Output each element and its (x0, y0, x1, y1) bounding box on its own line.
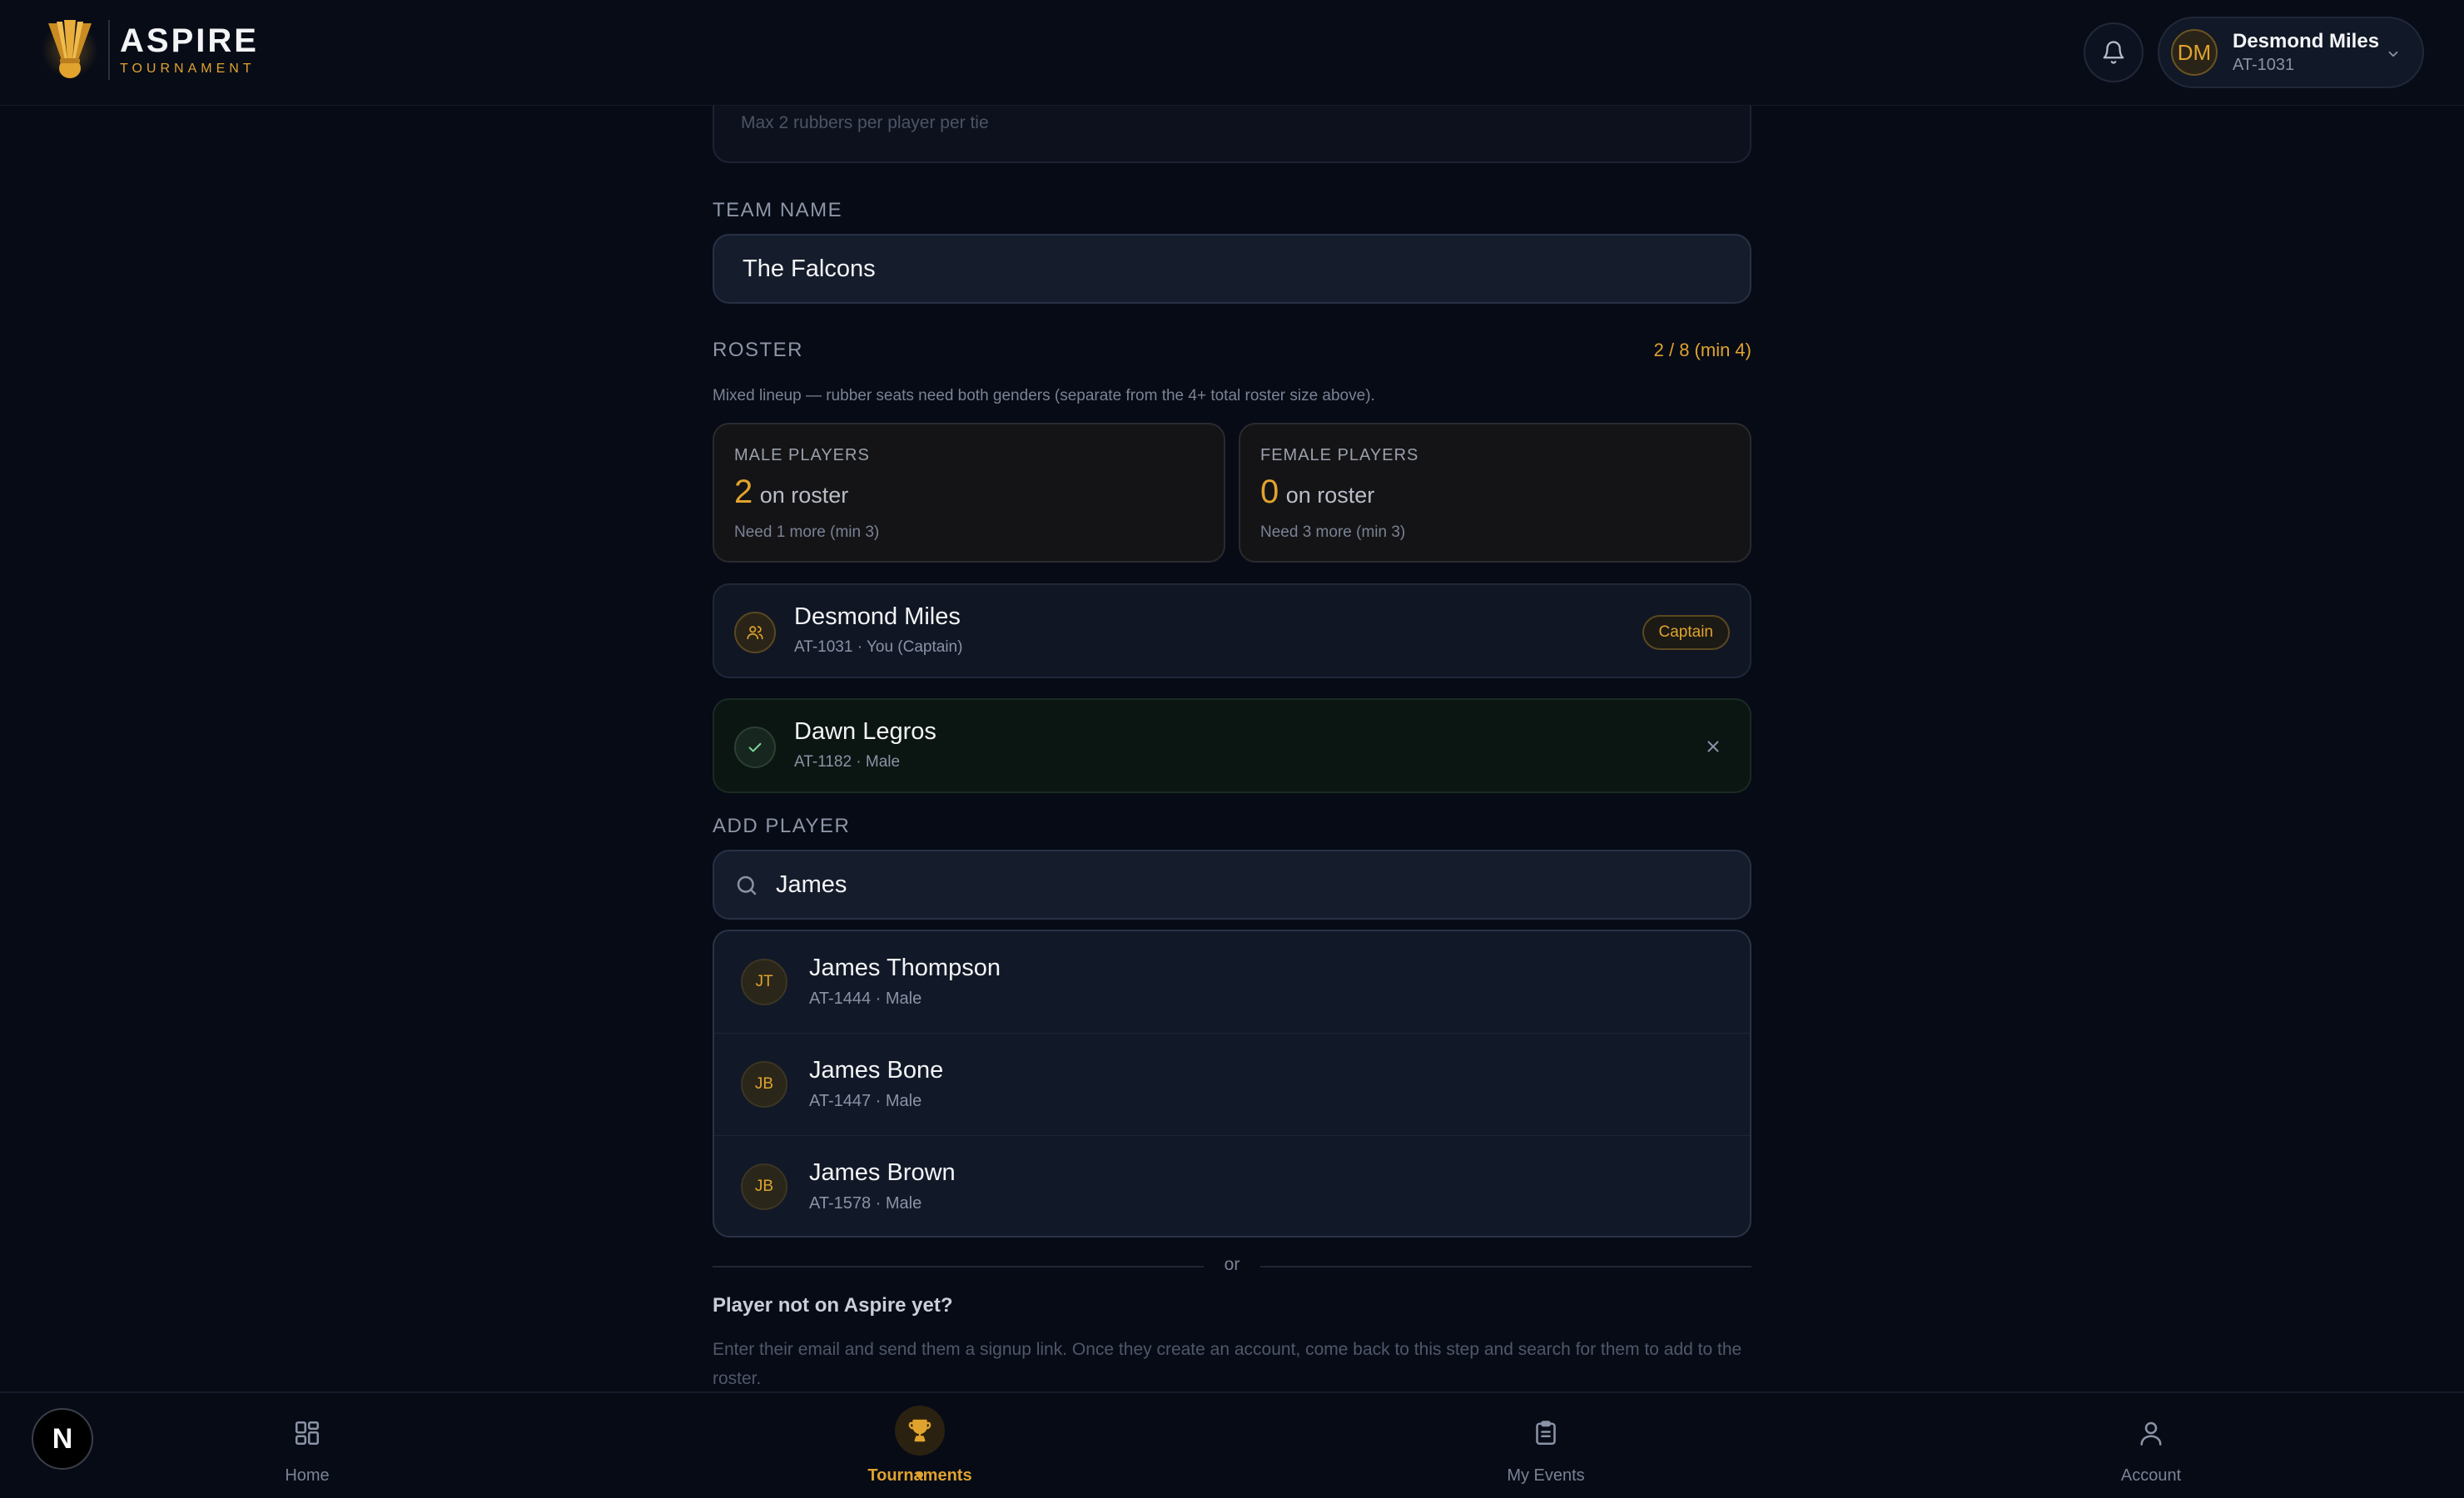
active-indicator (917, 1471, 923, 1478)
player-name: Desmond Miles (794, 603, 961, 630)
rubbers-hint: Max 2 rubbers per player per tie (741, 113, 989, 132)
result-name: James Bone (809, 1057, 944, 1084)
person-icon (2051, 1411, 2251, 1455)
roster-note: Mixed lineup — rubber seats need both ge… (713, 387, 1375, 404)
notifications-button[interactable] (2084, 22, 2144, 82)
team-name-label: TEAM NAME (713, 199, 843, 221)
nav-home[interactable]: Home (207, 1411, 407, 1486)
user-id: AT-1031 (2233, 56, 2295, 74)
search-result-item[interactable]: JT James Thompson AT-1444 · Male (714, 931, 1750, 1034)
grid-icon (207, 1411, 407, 1455)
nav-my-events-label: My Events (1507, 1466, 1585, 1485)
male-players-suffix: on roster (759, 483, 849, 508)
logo-divider (108, 20, 110, 80)
brand-name: ASPIRE (120, 22, 259, 59)
close-icon (1707, 741, 1719, 752)
male-players-need: Need 1 more (min 3) (734, 523, 880, 541)
invite-description: Enter their email and send them a signup… (713, 1340, 1742, 1388)
nav-account-label: Account (2120, 1466, 2182, 1485)
add-player-label: ADD PLAYER (713, 815, 851, 837)
remove-player-button[interactable] (1700, 733, 1726, 760)
nav-account[interactable]: Account (2051, 1411, 2251, 1486)
users-icon (734, 612, 776, 653)
female-players-need: Need 3 more (min 3) (1260, 523, 1406, 541)
search-result-item[interactable]: JB James Brown AT-1578 · Male (714, 1136, 1750, 1236)
result-meta: AT-1447 · Male (809, 1092, 922, 1110)
captain-badge: Captain (1642, 615, 1730, 650)
or-divider-text: or (1224, 1255, 1240, 1274)
chevron-down-icon (2388, 51, 2398, 57)
bottom-nav: N Home Tournaments (0, 1391, 2464, 1498)
n-badge[interactable]: N (32, 1408, 93, 1470)
top-bar: ASPIRE TOURNAMENT DM Desmond Miles AT-10… (0, 0, 2464, 106)
search-results-list: JT James Thompson AT-1444 · Male JB Jame… (713, 930, 1751, 1238)
avatar: DM (2171, 29, 2218, 76)
female-players-count: 0 (1260, 474, 1279, 510)
shuttlecock-icon (42, 15, 98, 85)
result-name: James Brown (809, 1159, 956, 1186)
bell-icon (2103, 41, 2124, 64)
female-players-title: FEMALE PLAYERS (1260, 446, 1419, 464)
player-search-input[interactable]: James (713, 850, 1751, 920)
roster-player-dawn-legros: Dawn Legros AT-1182 · Male (713, 698, 1751, 793)
female-players-card: FEMALE PLAYERS 0 on roster Need 3 more (… (1239, 423, 1751, 563)
invite-title: Player not on Aspire yet? (713, 1294, 953, 1317)
search-icon (737, 875, 757, 895)
result-meta: AT-1578 · Male (809, 1194, 922, 1213)
result-meta: AT-1444 · Male (809, 990, 922, 1008)
male-players-card: MALE PLAYERS 2 on roster Need 1 more (mi… (713, 423, 1225, 563)
search-value: James (776, 871, 847, 898)
nav-my-events[interactable]: My Events (1446, 1411, 1646, 1486)
check-icon (734, 727, 776, 768)
user-menu-button[interactable]: DM Desmond Miles AT-1031 (2158, 17, 2424, 88)
roster-label: ROSTER (713, 339, 804, 361)
player-meta: AT-1182 · Male (794, 753, 901, 771)
player-name: Dawn Legros (794, 718, 936, 745)
divider-right (1260, 1266, 1751, 1267)
avatar: JB (741, 1061, 787, 1108)
player-meta: AT-1031 · You (Captain) (794, 638, 963, 656)
nav-home-label: Home (285, 1466, 330, 1485)
clipboard-icon (1446, 1411, 1646, 1455)
male-players-count: 2 (734, 474, 753, 510)
team-name-input[interactable]: The Falcons (713, 234, 1751, 304)
roster-player-captain: Desmond Miles AT-1031 · You (Captain) Ca… (713, 583, 1751, 678)
nav-tournaments[interactable]: Tournaments (820, 1406, 1020, 1486)
team-name-value: The Falcons (743, 255, 876, 282)
divider-left (713, 1266, 1204, 1267)
avatar: JT (741, 959, 787, 1005)
search-result-item[interactable]: JB James Bone AT-1447 · Male (714, 1034, 1750, 1136)
user-name: Desmond Miles (2233, 30, 2380, 52)
brand-logo[interactable]: ASPIRE TOURNAMENT (42, 15, 259, 85)
male-players-title: MALE PLAYERS (734, 446, 870, 464)
avatar: JB (741, 1163, 787, 1210)
trophy-icon (895, 1406, 945, 1456)
result-name: James Thompson (809, 955, 1001, 981)
female-players-suffix: on roster (1285, 483, 1375, 508)
roster-count: 2 / 8 (min 4) (1653, 340, 1751, 360)
brand-subtitle: TOURNAMENT (120, 62, 256, 76)
